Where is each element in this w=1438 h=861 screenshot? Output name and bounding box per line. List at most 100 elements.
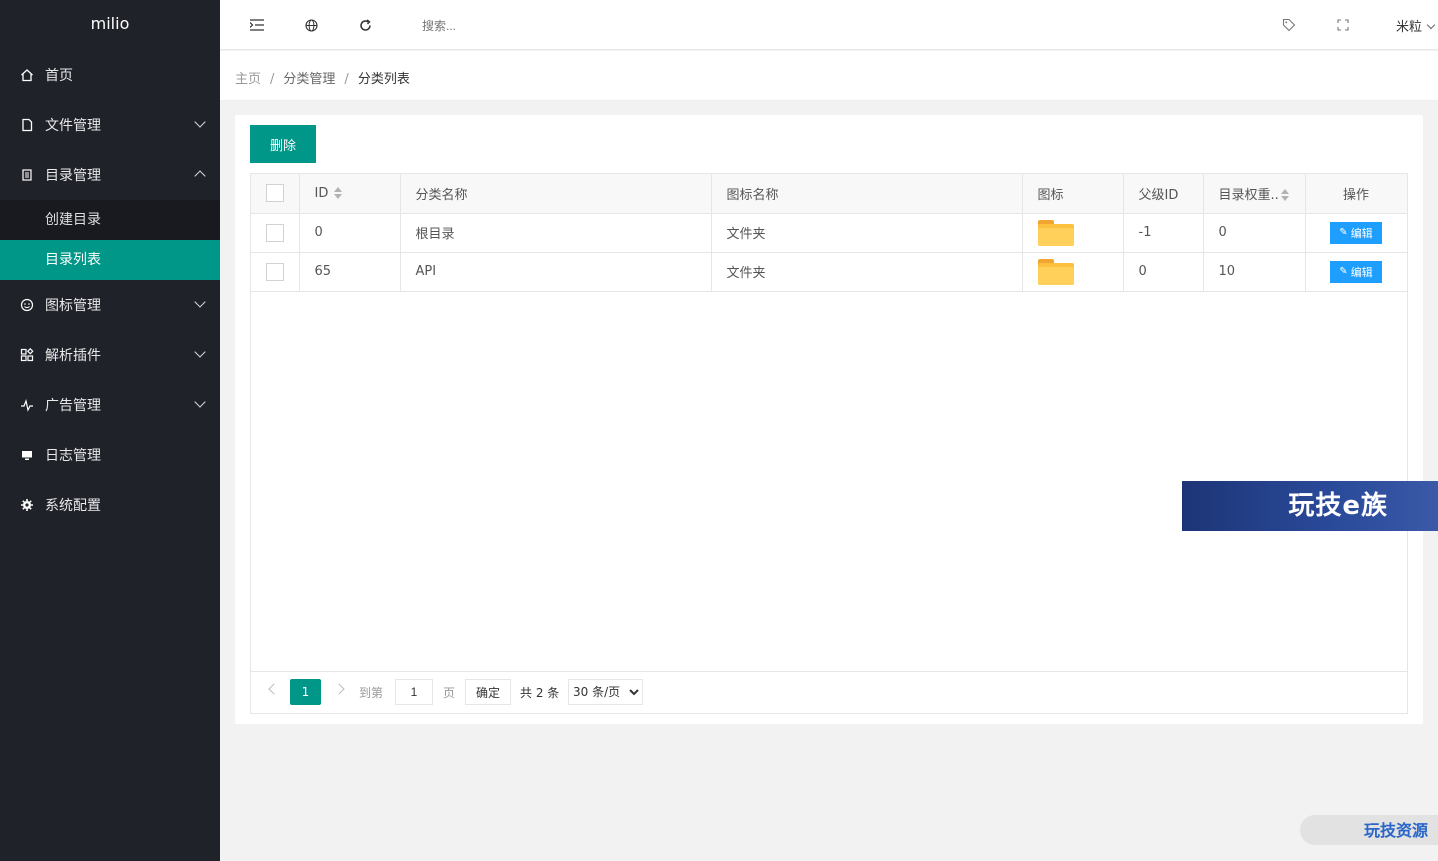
smile-icon (20, 298, 34, 312)
table-row: 65 API 文件夹 0 10 ✎ 编辑 (251, 252, 1408, 292)
goto-confirm-button[interactable]: 确定 (465, 679, 511, 705)
breadcrumb: 主页 / 分类管理 / 分类列表 (235, 68, 410, 87)
column-header-weight[interactable]: 目录权重.. (1203, 174, 1306, 214)
page-size-select[interactable]: 30 条/页 (568, 679, 643, 705)
row-select-cell (251, 252, 300, 292)
breadcrumb-parent[interactable]: 分类管理 (283, 72, 335, 87)
sidebar-item-parse-plugins[interactable]: 解析插件 (0, 330, 220, 380)
page-unit-label: 页 (443, 686, 456, 700)
top-header: 米粒 (220, 0, 1438, 50)
sidebar-item-label: 日志管理 (45, 448, 101, 464)
sidebar-item-directory-management[interactable]: 目录管理 (0, 150, 220, 200)
pulse-icon (20, 398, 34, 412)
select-all-cell (251, 174, 300, 214)
menu-toggle-icon[interactable] (249, 17, 265, 33)
cell-actions: ✎ 编辑 (1305, 252, 1408, 292)
sidebar-item-label: 解析插件 (45, 348, 101, 364)
edit-button[interactable]: ✎ 编辑 (1330, 260, 1382, 283)
delete-button[interactable]: 删除 (250, 125, 316, 163)
chevron-down-icon (194, 116, 206, 128)
column-header-parent-id: 父级ID (1123, 174, 1204, 214)
search-input[interactable] (422, 18, 582, 34)
sort-icon[interactable] (1280, 189, 1289, 202)
cell-id: 65 (299, 252, 401, 292)
breadcrumb-separator: / (270, 72, 275, 87)
file-icon (20, 118, 34, 132)
breadcrumb-bar: 主页 / 分类管理 / 分类列表 (220, 51, 1438, 101)
sidebar-subitem-create-directory[interactable]: 创建目录 (0, 200, 220, 240)
sidebar-item-log-management[interactable]: 日志管理 (0, 430, 220, 480)
chevron-up-icon (194, 170, 206, 182)
row-select-cell (251, 213, 300, 253)
data-table: ID 分类名称 图标名称 图标 父级ID 目录权重.. 操作 0 根目录 文件夹… (250, 173, 1408, 714)
pagination: 1 到第 页 确定 共 2 条 30 条/页 (251, 671, 1407, 713)
breadcrumb-home[interactable]: 主页 (235, 72, 261, 87)
cell-icon (1022, 213, 1124, 253)
total-count: 共 2 条 (520, 686, 560, 700)
cell-icon (1022, 252, 1124, 292)
row-checkbox[interactable] (266, 223, 284, 242)
pencil-icon: ✎ (1339, 227, 1348, 238)
cell-name: API (400, 252, 712, 292)
sidebar-item-label: 首页 (45, 68, 73, 84)
sidebar-item-label: 广告管理 (45, 398, 101, 414)
chevron-down-icon (194, 346, 206, 358)
watermark-corner: 玩技资源 (1300, 815, 1438, 845)
sidebar-item-file-management[interactable]: 文件管理 (0, 100, 220, 150)
column-header-actions: 操作 (1305, 174, 1408, 214)
pencil-icon: ✎ (1339, 266, 1348, 277)
apps-icon (20, 348, 34, 362)
table-row: 0 根目录 文件夹 -1 0 ✎ 编辑 (251, 213, 1408, 253)
cell-name: 根目录 (400, 213, 712, 253)
chevron-left-icon[interactable] (268, 683, 280, 695)
sort-icon[interactable] (334, 187, 343, 200)
sidebar-item-label: 目录管理 (45, 168, 101, 184)
sidebar-item-label: 系统配置 (45, 498, 101, 514)
user-menu[interactable]: 米粒 (1395, 16, 1436, 35)
table-header-row: ID 分类名称 图标名称 图标 父级ID 目录权重.. 操作 (251, 174, 1408, 214)
watermark-banner: 玩技e族 (1182, 481, 1438, 531)
folder-icon (1037, 219, 1074, 246)
cell-icon-name: 文件夹 (711, 213, 1023, 253)
gear-icon (20, 498, 34, 512)
sidebar-item-ad-management[interactable]: 广告管理 (0, 380, 220, 430)
directory-icon (20, 168, 34, 182)
sidebar-subitem-directory-list[interactable]: 目录列表 (0, 240, 220, 280)
content-card: 删除 ID 分类名称 图标名称 图标 父级ID 目录权重.. 操作 0 根目录 … (235, 115, 1423, 724)
chevron-down-icon (1426, 20, 1436, 30)
column-header-icon-name: 图标名称 (711, 174, 1023, 214)
goto-page-input[interactable] (395, 679, 433, 705)
chevron-down-icon (194, 396, 206, 408)
fullscreen-icon[interactable] (1335, 17, 1351, 33)
column-header-icon: 图标 (1022, 174, 1124, 214)
home-icon (20, 68, 34, 82)
sidebar-item-label: 图标管理 (45, 298, 101, 314)
cell-actions: ✎ 编辑 (1305, 213, 1408, 253)
sidebar-item-icon-management[interactable]: 图标管理 (0, 280, 220, 330)
cell-parent-id: -1 (1123, 213, 1204, 253)
sidebar-item-home[interactable]: 首页 (0, 50, 220, 100)
column-header-name: 分类名称 (400, 174, 712, 214)
app-logo: milio (90, 14, 130, 33)
monitor-icon (20, 448, 34, 462)
chevron-down-icon (194, 296, 206, 308)
user-name: 米粒 (1395, 20, 1422, 35)
current-page[interactable]: 1 (290, 679, 321, 705)
chevron-right-icon[interactable] (333, 683, 345, 695)
cell-id: 0 (299, 213, 401, 253)
sidebar-submenu: 创建目录 目录列表 (0, 200, 220, 280)
refresh-icon[interactable] (357, 17, 373, 33)
cell-icon-name: 文件夹 (711, 252, 1023, 292)
sidebar-item-system-config[interactable]: 系统配置 (0, 480, 220, 530)
breadcrumb-current: 分类列表 (357, 72, 410, 87)
row-checkbox[interactable] (266, 262, 284, 281)
folder-icon (1037, 258, 1074, 285)
goto-label: 到第 (359, 686, 384, 700)
cell-parent-id: 0 (1123, 252, 1204, 292)
tag-icon[interactable] (1281, 17, 1297, 33)
edit-button[interactable]: ✎ 编辑 (1330, 221, 1382, 244)
sidebar: milio 首页 文件管理 目录管理 创建目录 目录列表 图标管理 解析插件 广… (0, 0, 220, 861)
select-all-checkbox[interactable] (266, 184, 284, 203)
column-header-id[interactable]: ID (299, 174, 401, 214)
globe-icon[interactable] (303, 17, 319, 33)
